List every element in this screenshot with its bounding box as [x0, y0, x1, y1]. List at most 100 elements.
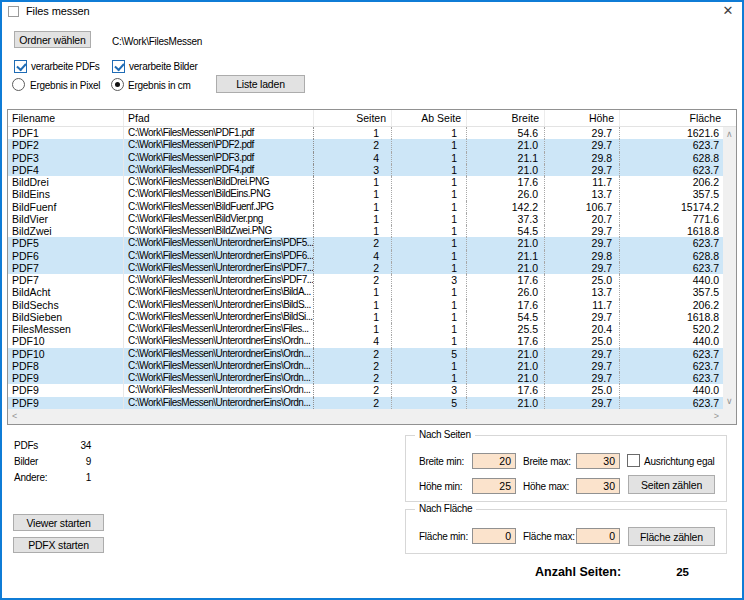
seiten-zaehlen-button[interactable]: Seiten zählen	[628, 475, 715, 494]
hoehe-max-field[interactable]: 30	[576, 478, 620, 494]
cell-filename: BildSechs	[8, 299, 124, 311]
table-row[interactable]: BildZwei C:\Work\FilesMessen\BildZwei.PN…	[8, 225, 723, 237]
cell-flaeche: 206.2	[620, 299, 723, 311]
cell-flaeche: 440.0	[620, 335, 723, 347]
pdfx-start-button[interactable]: PDFX starten	[13, 537, 104, 553]
cell-abseite: 1	[392, 201, 467, 213]
breite-max-label: Breite max:	[523, 456, 571, 467]
table-row[interactable]: PDF10 C:\Work\FilesMessen\UnterordnerEin…	[8, 348, 723, 360]
hoehe-min-field[interactable]: 25	[472, 478, 516, 494]
cell-breite: 21.0	[467, 372, 545, 384]
cell-hoehe: 11.7	[545, 299, 620, 311]
process-images-checkbox[interactable]	[112, 60, 125, 73]
close-button[interactable]: ✕	[719, 3, 737, 19]
cell-filename: BildVier	[8, 213, 124, 225]
table-row[interactable]: PDF7 C:\Work\FilesMessen\UnterordnerEins…	[8, 262, 723, 274]
result-pixel-radio[interactable]	[12, 78, 25, 91]
cell-flaeche: 623.7	[620, 262, 723, 274]
cell-filename: PDF9	[8, 372, 124, 384]
cell-abseite: 1	[392, 139, 467, 151]
column-header-flaeche[interactable]: Fläche	[620, 110, 736, 126]
cell-breite: 54.6	[467, 127, 545, 139]
scroll-right-icon[interactable]: >	[714, 412, 719, 421]
cell-flaeche: 1621.6	[620, 127, 723, 139]
ausrichtung-checkbox[interactable]	[627, 454, 640, 467]
cell-filename: BildSieben	[8, 311, 124, 323]
table-row[interactable]: BildFuenf C:\Work\FilesMessen\BildFuenf.…	[8, 201, 723, 213]
cell-breite: 21.0	[467, 139, 545, 151]
cell-hoehe: 106.7	[545, 201, 620, 213]
column-header-breite[interactable]: Breite	[467, 110, 545, 126]
cell-seiten: 2	[314, 397, 392, 409]
cell-pfad: C:\Work\FilesMessen\PDF1.pdf	[124, 127, 314, 139]
cell-pfad: C:\Work\FilesMessen\UnterordnerEins\Ordn…	[124, 348, 314, 360]
table-row[interactable]: PDF7 C:\Work\FilesMessen\UnterordnerEins…	[8, 274, 723, 286]
table-row[interactable]: BildSieben C:\Work\FilesMessen\Unterordn…	[8, 311, 723, 323]
result-cm-radio[interactable]	[111, 78, 124, 91]
scrollbar-corner	[723, 409, 736, 424]
cell-abseite: 1	[392, 127, 467, 139]
cell-hoehe: 29.8	[545, 152, 620, 164]
table-row[interactable]: PDF9 C:\Work\FilesMessen\UnterordnerEins…	[8, 372, 723, 384]
cell-hoehe: 29.7	[545, 225, 620, 237]
cell-hoehe: 29.7	[545, 127, 620, 139]
vertical-scrollbar[interactable]: ∧ ∨	[723, 127, 736, 409]
cell-seiten: 1	[314, 323, 392, 335]
scroll-down-icon[interactable]: ∨	[726, 397, 733, 406]
table-row[interactable]: PDF5 C:\Work\FilesMessen\UnterordnerEins…	[8, 237, 723, 249]
column-header-abseite[interactable]: Ab Seite	[392, 110, 467, 126]
cell-abseite: 1	[392, 360, 467, 372]
scroll-up-icon[interactable]: ∧	[726, 130, 733, 139]
flaeche-max-field[interactable]: 0	[576, 528, 620, 544]
cell-seiten: 1	[314, 127, 392, 139]
table-row[interactable]: BildSechs C:\Work\FilesMessen\Unterordne…	[8, 299, 723, 311]
choose-folder-button[interactable]: Ordner wählen	[14, 31, 91, 48]
cell-filename: PDF8	[8, 360, 124, 372]
cell-hoehe: 25.0	[545, 335, 620, 347]
app-window: Files messen ✕ Ordner wählen C:\Work\Fil…	[0, 0, 744, 600]
load-list-button[interactable]: Liste laden	[216, 75, 305, 93]
table-row[interactable]: PDF2 C:\Work\FilesMessen\PDF2.pdf 2 1 21…	[8, 139, 723, 151]
cell-abseite: 5	[392, 397, 467, 409]
breite-min-field[interactable]: 20	[472, 453, 516, 469]
nach-seiten-group: Nach Seiten Breite min: 20 Breite max: 3…	[405, 435, 727, 502]
cell-breite: 21.1	[467, 152, 545, 164]
cell-pfad: C:\Work\FilesMessen\UnterordnerEins\File…	[124, 323, 314, 335]
cell-breite: 54.5	[467, 225, 545, 237]
process-pdfs-checkbox[interactable]	[14, 60, 27, 73]
table-row[interactable]: BildDrei C:\Work\FilesMessen\BildDrei.PN…	[8, 176, 723, 188]
cell-pfad: C:\Work\FilesMessen\BildEins.PNG	[124, 188, 314, 200]
breite-max-field[interactable]: 30	[576, 453, 620, 469]
table-row[interactable]: BildEins C:\Work\FilesMessen\BildEins.PN…	[8, 188, 723, 200]
cell-seiten: 4	[314, 335, 392, 347]
table-row[interactable]: FilesMessen C:\Work\FilesMessen\Unterord…	[8, 323, 723, 335]
table-row[interactable]: PDF1 C:\Work\FilesMessen\PDF1.pdf 1 1 54…	[8, 127, 723, 139]
table-row[interactable]: PDF10 C:\Work\FilesMessen\UnterordnerEin…	[8, 335, 723, 347]
table-row[interactable]: BildVier C:\Work\FilesMessen\BildVier.pn…	[8, 213, 723, 225]
table-row[interactable]: PDF4 C:\Work\FilesMessen\PDF4.pdf 3 1 21…	[8, 164, 723, 176]
cell-breite: 26.0	[467, 188, 545, 200]
column-header-seiten[interactable]: Seiten	[314, 110, 392, 126]
flaeche-min-field[interactable]: 0	[472, 528, 516, 544]
table-row[interactable]: PDF6 C:\Work\FilesMessen\UnterordnerEins…	[8, 250, 723, 262]
column-header-hoehe[interactable]: Höhe	[545, 110, 620, 126]
horizontal-scrollbar[interactable]: < >	[8, 409, 723, 424]
column-header-filename[interactable]: Filename	[8, 110, 124, 126]
column-header-pfad[interactable]: Pfad	[124, 110, 314, 126]
cell-hoehe: 29.7	[545, 311, 620, 323]
cell-filename: BildDrei	[8, 176, 124, 188]
cell-breite: 17.6	[467, 274, 545, 286]
hoehe-min-label: Höhe min:	[419, 481, 462, 492]
table-row[interactable]: BildAcht C:\Work\FilesMessen\Unterordner…	[8, 286, 723, 298]
table-row[interactable]: PDF3 C:\Work\FilesMessen\PDF3.pdf 4 1 21…	[8, 152, 723, 164]
viewer-start-button[interactable]: Viewer starten	[13, 514, 104, 531]
cell-pfad: C:\Work\FilesMessen\PDF3.pdf	[124, 152, 314, 164]
table-rows: PDF1 C:\Work\FilesMessen\PDF1.pdf 1 1 54…	[8, 127, 723, 409]
table-row[interactable]: PDF9 C:\Work\FilesMessen\UnterordnerEins…	[8, 384, 723, 396]
table-row[interactable]: PDF8 C:\Work\FilesMessen\UnterordnerEins…	[8, 360, 723, 372]
cell-pfad: C:\Work\FilesMessen\UnterordnerEins\Ordn…	[124, 335, 314, 347]
table-row[interactable]: PDF9 C:\Work\FilesMessen\UnterordnerEins…	[8, 397, 723, 409]
scroll-left-icon[interactable]: <	[12, 412, 17, 421]
flaeche-zaehlen-button[interactable]: Fläche zählen	[628, 527, 715, 546]
cell-abseite: 1	[392, 250, 467, 262]
